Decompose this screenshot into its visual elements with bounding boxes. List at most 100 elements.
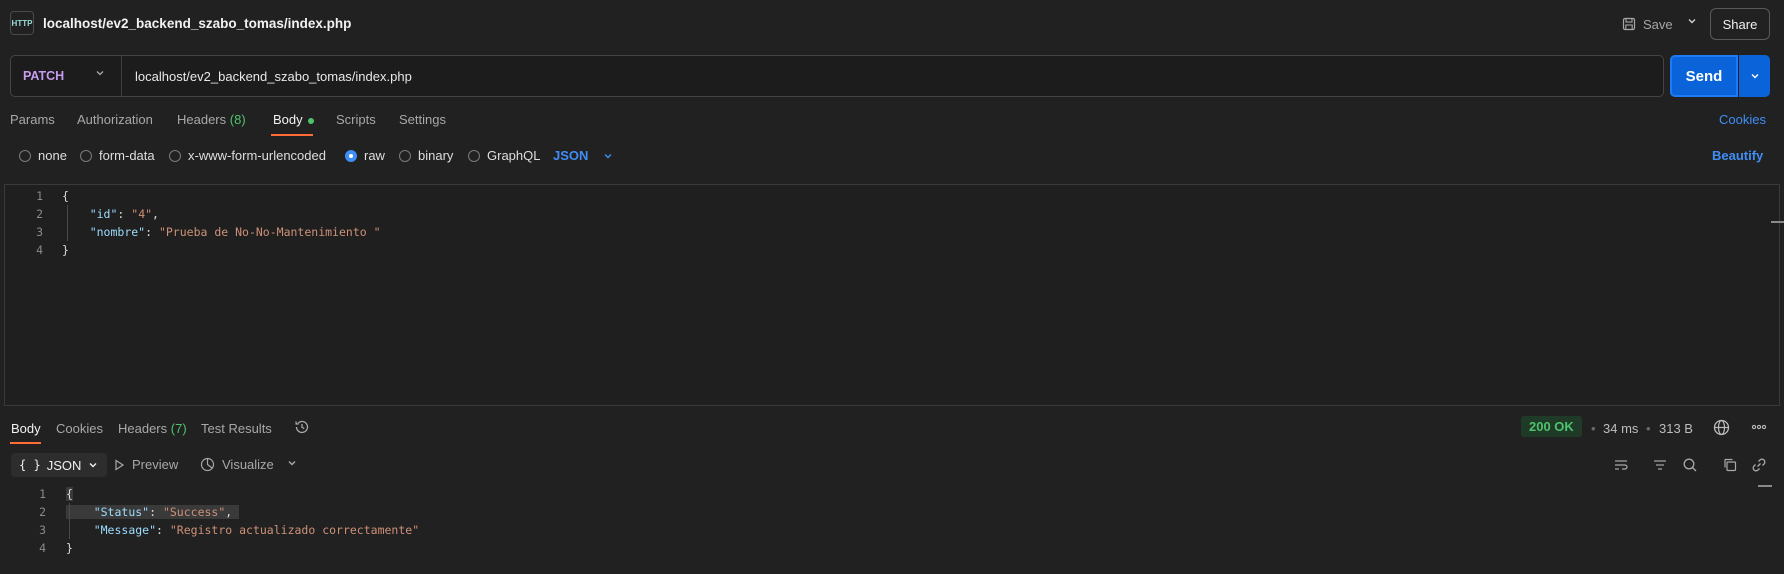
response-time[interactable]: 34 ms xyxy=(1603,421,1638,436)
body-type-urlencoded[interactable]: x-www-form-urlencoded xyxy=(169,148,326,163)
response-tab-headers-count: (7) xyxy=(170,421,187,436)
code-line: 1 { xyxy=(10,485,73,503)
radio-none[interactable] xyxy=(19,149,31,162)
more-options-icon[interactable] xyxy=(1750,419,1768,435)
radio-binary-label: binary xyxy=(418,148,454,163)
radio-urlencoded[interactable] xyxy=(169,149,181,162)
code-line: 1 { xyxy=(5,187,69,205)
radio-form-data-label: form-data xyxy=(99,148,155,163)
code-line: 3 "Message": "Registro actualizado corre… xyxy=(10,521,419,539)
body-type-binary[interactable]: binary xyxy=(399,148,453,163)
play-icon xyxy=(113,458,125,471)
save-options-chevron-icon[interactable] xyxy=(1686,15,1698,27)
radio-urlencoded-label: x-www-form-urlencoded xyxy=(188,148,326,163)
visualize-label: Visualize xyxy=(222,457,274,472)
response-scrollbar[interactable] xyxy=(1758,485,1772,487)
radio-binary[interactable] xyxy=(399,149,411,162)
filter-icon[interactable] xyxy=(1650,455,1670,475)
json-key: "Message" xyxy=(93,523,157,537)
share-button[interactable]: Share xyxy=(1710,8,1770,40)
tab-authorization[interactable]: Authorization xyxy=(77,112,153,127)
indent-guide xyxy=(69,503,70,539)
request-body-editor[interactable]: 1 { 2 "id": "4", 3 "nombre": "Prueba de … xyxy=(4,184,1784,406)
request-title[interactable]: localhost/ev2_backend_szabo_tomas/index.… xyxy=(43,16,351,31)
send-options-chevron-icon[interactable] xyxy=(1739,55,1770,97)
radio-graphql[interactable] xyxy=(468,149,480,162)
radio-none-label: none xyxy=(38,148,67,163)
response-tab-cookies[interactable]: Cookies xyxy=(56,421,103,436)
response-tab-headers-label: Headers xyxy=(118,421,168,436)
method-chevron-down-icon[interactable] xyxy=(94,67,106,79)
tab-headers[interactable]: Headers (8) xyxy=(177,112,246,127)
tab-headers-label: Headers xyxy=(177,112,227,127)
code-text: } xyxy=(66,541,73,555)
separator-dot: • xyxy=(1646,421,1651,436)
beautify-link[interactable]: Beautify xyxy=(1712,148,1763,163)
copy-icon[interactable] xyxy=(1720,455,1740,475)
radio-raw-label: raw xyxy=(364,148,385,163)
visualize-chevron-down-icon[interactable] xyxy=(286,457,298,469)
wrap-lines-icon[interactable] xyxy=(1611,455,1631,475)
link-icon[interactable] xyxy=(1749,455,1769,475)
response-size[interactable]: 313 B xyxy=(1659,421,1693,436)
code-text: "Status": "Success", xyxy=(66,505,240,519)
save-button[interactable]: Save xyxy=(1622,12,1673,36)
code-text: "nombre": "Prueba de No-No-Mantenimiento… xyxy=(89,225,381,239)
search-icon[interactable] xyxy=(1680,455,1700,475)
radio-graphql-label: GraphQL xyxy=(487,148,541,163)
response-body-viewer[interactable]: 1 { 2 "Status": "Success", 3 "Message": … xyxy=(0,485,1784,574)
body-format-select[interactable]: JSON xyxy=(553,148,614,163)
body-type-graphql[interactable]: GraphQL xyxy=(468,148,540,163)
line-number: 2 xyxy=(39,505,46,519)
line-number: 3 xyxy=(36,225,43,239)
radio-form-data[interactable] xyxy=(80,149,92,162)
line-number: 2 xyxy=(36,207,43,221)
indent-guide xyxy=(67,205,68,241)
braces-icon: { } xyxy=(19,458,41,472)
code-text: "id": "4", xyxy=(89,207,159,221)
chevron-down-icon xyxy=(87,459,99,471)
response-tab-test-results[interactable]: Test Results xyxy=(201,421,272,436)
cookies-link[interactable]: Cookies xyxy=(1719,112,1766,127)
url-divider xyxy=(121,56,122,96)
line-number: 1 xyxy=(39,487,46,501)
json-value: "Success" xyxy=(162,505,226,519)
tab-params[interactable]: Params xyxy=(10,112,55,127)
http-method-select[interactable]: PATCH xyxy=(23,69,64,83)
radio-raw[interactable] xyxy=(345,149,357,162)
body-type-raw[interactable]: raw xyxy=(345,148,385,163)
tab-body[interactable]: Body xyxy=(273,112,314,127)
body-type-form-data[interactable]: form-data xyxy=(80,148,155,163)
url-input[interactable] xyxy=(135,65,1635,87)
tab-scripts[interactable]: Scripts xyxy=(336,112,376,127)
body-type-none[interactable]: none xyxy=(19,148,67,163)
send-button[interactable]: Send xyxy=(1670,55,1738,97)
status-badge[interactable]: 200 OK xyxy=(1521,416,1582,437)
code-line: 4 } xyxy=(5,241,69,259)
editor-scrollbar[interactable] xyxy=(1771,221,1784,223)
preview-button[interactable]: Preview xyxy=(113,457,178,472)
tab-settings[interactable]: Settings xyxy=(399,112,446,127)
json-key: "nombre" xyxy=(89,225,146,239)
line-number: 4 xyxy=(36,243,43,257)
response-format-select[interactable]: { } JSON xyxy=(11,453,108,477)
line-number: 3 xyxy=(39,523,46,537)
visualize-icon xyxy=(200,457,215,472)
json-value: "Registro actualizado correctamente" xyxy=(169,523,420,537)
save-icon xyxy=(1622,17,1636,31)
response-tab-headers[interactable]: Headers (7) xyxy=(118,421,187,436)
chevron-down-icon xyxy=(602,150,614,162)
body-format-label: JSON xyxy=(553,148,589,163)
url-bar: PATCH xyxy=(10,55,1664,97)
globe-icon[interactable] xyxy=(1713,419,1730,436)
json-value: "Prueba de No-No-Mantenimiento " xyxy=(158,225,381,239)
active-response-tab-indicator xyxy=(10,442,41,444)
code-text: { xyxy=(66,487,73,501)
response-tab-body[interactable]: Body xyxy=(11,421,41,436)
code-text: { xyxy=(62,189,69,203)
line-number: 1 xyxy=(36,189,43,203)
visualize-button[interactable]: Visualize xyxy=(200,457,274,472)
history-icon[interactable] xyxy=(294,419,310,435)
tab-body-label: Body xyxy=(273,112,303,127)
separator-dot: • xyxy=(1591,421,1596,436)
